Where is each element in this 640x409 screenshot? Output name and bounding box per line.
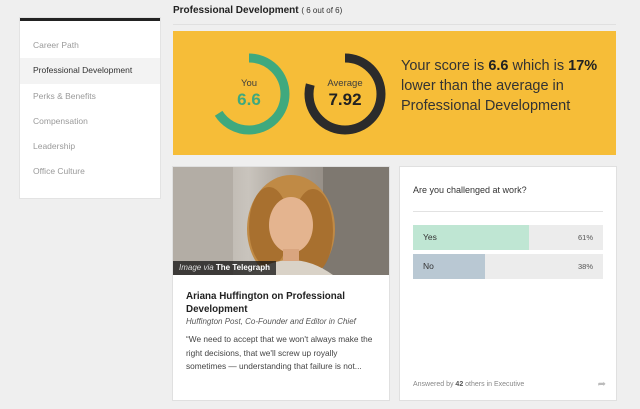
poll-option-percent: 61% (577, 233, 593, 242)
average-score-gauge: Average 7.92 (303, 52, 387, 136)
sidebar-item-perks-benefits[interactable]: Perks & Benefits (20, 84, 160, 109)
your-score-label: You (240, 78, 258, 89)
sidebar-item-career-path[interactable]: Career Path (20, 33, 160, 58)
poll-option-percent: 38% (577, 262, 593, 271)
category-sidebar: Career Path Professional Development Per… (20, 18, 160, 198)
score-card: You 6.6 Average 7.92 Your score is 6.6 w… (173, 31, 616, 155)
share-icon[interactable]: ➦ (598, 379, 606, 390)
sidebar-item-compensation[interactable]: Compensation (20, 109, 160, 134)
article-card[interactable]: Image via The Telegraph Ariana Huffingto… (173, 167, 389, 400)
average-score-label: Average (327, 78, 363, 89)
portrait-image (173, 167, 389, 275)
image-caption: Image via The Telegraph (173, 261, 276, 275)
poll-question: Are you challenged at work? (413, 185, 527, 195)
your-score-value: 6.6 (237, 90, 261, 109)
your-score-gauge: You 6.6 (207, 52, 291, 136)
score-summary: Your score is 6.6 which is 17% lower tha… (401, 58, 598, 114)
answered-by-text: Answered by 42 others in Executive (413, 381, 525, 388)
article-quote: “We need to accept that we won't always … (186, 334, 373, 371)
section-count: ( 6 out of 6) (301, 6, 343, 15)
poll-option-label: Yes (423, 232, 437, 242)
article-subtitle: Huffington Post, Co-Founder and Editor i… (186, 317, 356, 326)
article-photo: Image via The Telegraph (173, 167, 389, 275)
poll-option-label: No (423, 261, 434, 271)
poll-option-no[interactable]: No 38% (413, 254, 603, 279)
sidebar-item-professional-development[interactable]: Professional Development (20, 58, 160, 84)
poll-option-yes[interactable]: Yes 61% (413, 225, 603, 250)
sidebar-item-leadership[interactable]: Leadership (20, 134, 160, 159)
section-header: Professional Development ( 6 out of 6) (173, 5, 616, 25)
section-title: Professional Development (173, 5, 299, 16)
divider (413, 211, 603, 212)
article-title[interactable]: Ariana Huffington on Professional Develo… (186, 291, 381, 316)
page: Career Path Professional Development Per… (0, 0, 640, 409)
sidebar-item-office-culture[interactable]: Office Culture (20, 159, 160, 184)
poll-card: Are you challenged at work? Yes 61% No 3… (400, 167, 616, 400)
average-score-value: 7.92 (328, 90, 362, 109)
